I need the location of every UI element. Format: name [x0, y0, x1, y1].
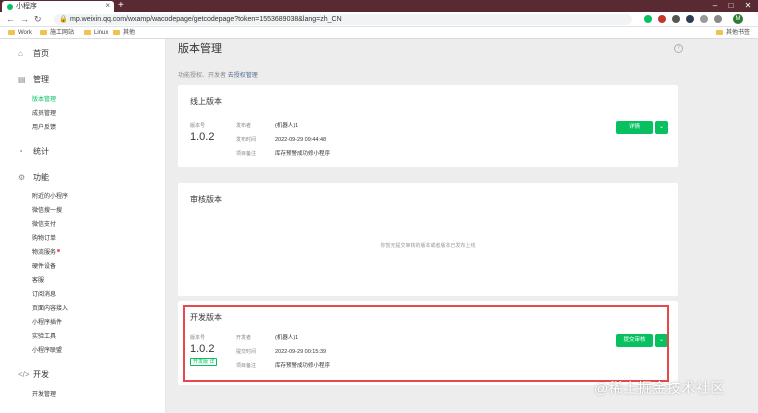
sidebar: ⌂ 首页 ▤ 管理 版本管理 成员管理 用户反馈 ◔ 统计 ⚙ 功能 附近的小程序 微信… — [0, 39, 166, 413]
folder-icon — [8, 29, 15, 35]
feature-icon: ⚙ — [18, 173, 26, 183]
reload-icon[interactable]: ↻ — [34, 13, 42, 25]
avatar[interactable]: M — [733, 14, 743, 24]
highlight-box — [183, 305, 669, 382]
folder-icon — [716, 29, 723, 35]
folder-icon — [84, 29, 91, 35]
page-title: 版本管理 — [178, 43, 222, 55]
sidebar-item-pay[interactable]: 微信支付 — [32, 221, 56, 229]
sidebar-item-page-content[interactable]: 页面内容接入 — [32, 305, 68, 313]
sidebar-item-subscribe[interactable]: 订阅消息 — [32, 291, 56, 299]
minimize-icon[interactable]: – — [708, 0, 722, 12]
new-dot-icon — [57, 249, 61, 252]
meta-key: 项目备注 — [236, 151, 257, 157]
extension-icon[interactable] — [672, 15, 680, 23]
detail-button[interactable]: 详情 — [616, 121, 653, 134]
sidebar-item-dev-manage[interactable]: 开发管理 — [32, 391, 56, 399]
meta-value: 库存预警成功修小程序 — [275, 151, 331, 157]
back-icon[interactable]: ← — [6, 13, 15, 25]
extension-icon[interactable] — [700, 15, 708, 23]
bookmark-item[interactable]: Linux — [84, 29, 108, 37]
sidebar-group-dev[interactable]: </> 开发 — [18, 370, 49, 380]
version-number: 1.0.2 — [190, 131, 215, 143]
bookmark-item[interactable]: Work — [8, 29, 32, 37]
extension-icon[interactable] — [644, 15, 652, 23]
folder-icon — [113, 29, 120, 35]
sidebar-group-manage[interactable]: ▤ 管理 — [18, 75, 49, 85]
maximize-icon[interactable]: □ — [724, 0, 738, 12]
online-version-card: 线上版本 版本号 1.0.2 发布者 (机器人)1 发布时间 2022-09-2… — [178, 85, 678, 167]
extension-icon[interactable] — [714, 15, 722, 23]
sidebar-item-union[interactable]: 小程序联盟 — [32, 347, 62, 355]
sidebar-item-feedback[interactable]: 用户反馈 — [32, 124, 56, 132]
card-title: 审核版本 — [190, 195, 222, 204]
tab-close-icon[interactable]: × — [105, 1, 110, 11]
sidebar-group-feature[interactable]: ⚙ 功能 — [18, 173, 49, 183]
page-subtitle: 功能授权、开发者 去授权管理 — [178, 73, 258, 79]
extension-icon[interactable] — [658, 15, 666, 23]
browser-tab-bar: 小程序 × + – □ ✕ — [0, 0, 758, 12]
meta-value: (机器人)1 — [275, 123, 299, 129]
folder-icon — [40, 29, 47, 35]
empty-state-text: 你暂无提交审核的版本或者版本已发布上线 — [380, 243, 476, 249]
review-version-card: 审核版本 你暂无提交审核的版本或者版本已发布上线 — [178, 183, 678, 296]
sidebar-item-member-manage[interactable]: 成员管理 — [32, 110, 56, 118]
meta-value: 2022-09-29 09:44:48 — [275, 137, 327, 143]
browser-toolbar: ← → ↻ 🔒 mp.weixin.qq.com/wxamp/wacodepag… — [0, 12, 758, 27]
sidebar-item-hardware[interactable]: 硬件设备 — [32, 263, 56, 271]
manage-icon: ▤ — [18, 75, 26, 85]
sidebar-item-nearby[interactable]: 附近的小程序 — [32, 193, 68, 201]
sidebar-group-stats[interactable]: ◔ 统计 — [18, 147, 49, 157]
forward-icon[interactable]: → — [20, 13, 29, 25]
bookmark-item[interactable]: 施工网站 — [40, 29, 74, 37]
help-icon[interactable]: ? — [674, 44, 683, 53]
stats-icon: ◔ — [18, 147, 23, 157]
sidebar-item-search[interactable]: 微信搜一搜 — [32, 207, 62, 215]
sidebar-item-plugin[interactable]: 小程序插件 — [32, 319, 62, 327]
bookmark-other[interactable]: 其他书签 — [716, 29, 750, 37]
address-bar[interactable]: 🔒 mp.weixin.qq.com/wxamp/wacodepage/getc… — [54, 14, 632, 25]
sidebar-item-lab[interactable]: 实验工具 — [32, 333, 56, 341]
sidebar-item-service[interactable]: 客服 — [32, 277, 44, 285]
chevron-down-icon[interactable]: ⌄ — [655, 121, 668, 134]
close-window-icon[interactable]: ✕ — [741, 0, 755, 12]
bookmark-item[interactable]: 其他 — [113, 29, 135, 37]
dev-icon: </> — [18, 370, 30, 380]
main-content: 版本管理 ? 功能授权、开发者 去授权管理 线上版本 版本号 1.0.2 发布者… — [166, 39, 758, 413]
meta-key: 发布时间 — [236, 137, 257, 143]
home-icon: ⌂ — [18, 49, 23, 59]
card-title: 线上版本 — [190, 97, 222, 106]
sidebar-item-version-manage[interactable]: 版本管理 — [32, 96, 56, 104]
bookmarks-bar: Work 施工网站 Linux 其他 其他书签 — [0, 27, 758, 39]
watermark: @稀土掘金技术社区 — [594, 380, 725, 396]
sidebar-item-orders[interactable]: 购物订单 — [32, 235, 56, 243]
meta-key: 发布者 — [236, 123, 252, 129]
miniprogram-favicon-icon — [7, 4, 13, 10]
version-label: 版本号 — [190, 123, 206, 129]
new-tab-button[interactable]: + — [118, 0, 124, 12]
sidebar-group-home[interactable]: ⌂ 首页 — [18, 49, 49, 59]
auth-manage-link[interactable]: 去授权管理 — [228, 73, 258, 79]
tab-title: 小程序 — [16, 3, 37, 10]
extension-icon[interactable] — [686, 15, 694, 23]
address-url: mp.weixin.qq.com/wxamp/wacodepage/getcod… — [70, 16, 342, 23]
browser-tab[interactable]: 小程序 × — [2, 1, 114, 12]
sidebar-item-logistics[interactable]: 物流服务 — [32, 249, 61, 257]
lock-icon: 🔒 — [59, 16, 68, 23]
